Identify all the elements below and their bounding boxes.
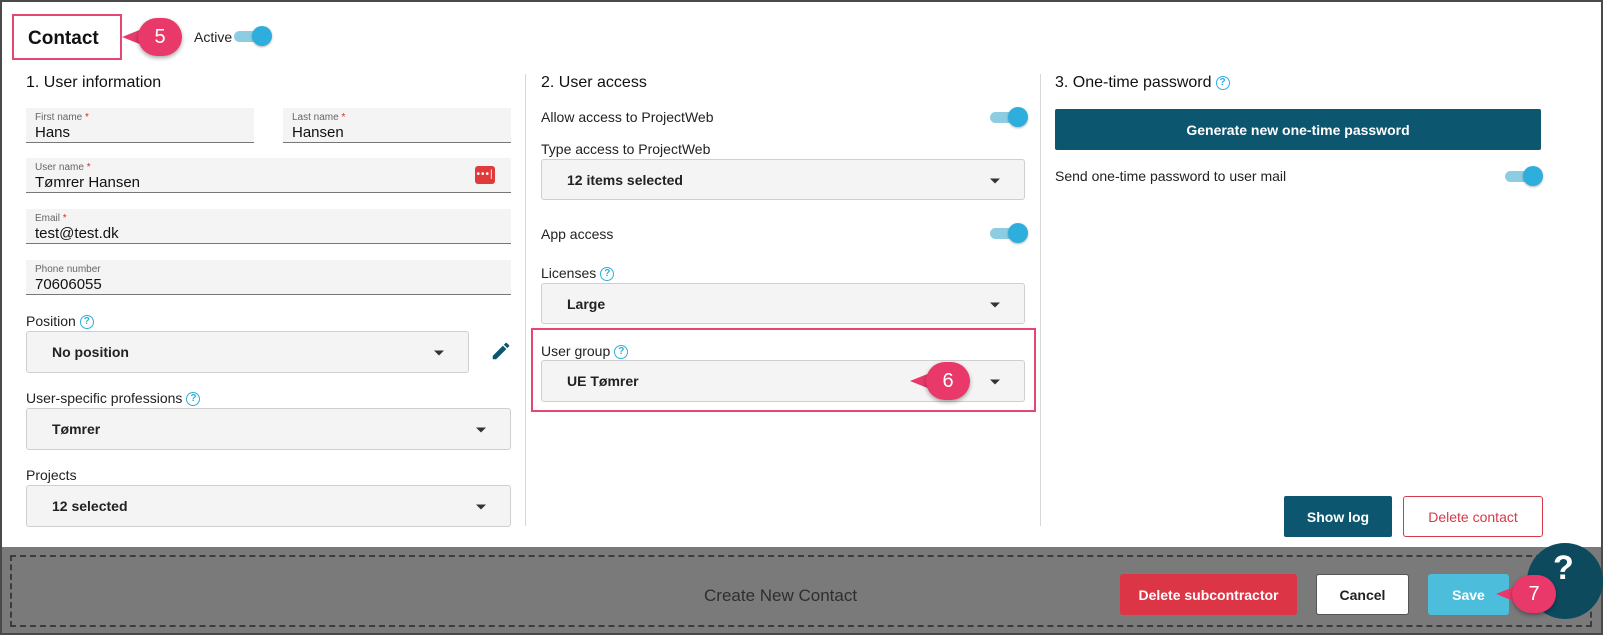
chevron-down-icon [476, 504, 486, 510]
email-field[interactable]: Email * test@test.dk [26, 209, 511, 244]
show-log-button[interactable]: Show log [1284, 496, 1392, 537]
cancel-button[interactable]: Cancel [1316, 574, 1409, 615]
page-title: Contact [28, 28, 99, 49]
edit-pencil-icon[interactable] [490, 340, 512, 362]
allow-projectweb-label: Allow access to ProjectWeb [541, 109, 714, 125]
chevron-down-icon [476, 427, 486, 433]
user-access-heading: 2. User access [541, 74, 647, 91]
position-label: Position? [26, 313, 94, 330]
help-icon[interactable]: ? [600, 267, 615, 282]
projects-label: Projects [26, 467, 77, 483]
professions-label: User-specific professions? [26, 390, 201, 407]
type-access-select[interactable]: 12 items selected [541, 159, 1025, 200]
help-icon[interactable]: ? [79, 315, 94, 330]
email-value: test@test.dk [35, 225, 119, 242]
type-access-label: Type access to ProjectWeb [541, 141, 711, 157]
licenses-label: Licenses? [541, 265, 615, 282]
chevron-down-icon [990, 302, 1000, 307]
chevron-down-icon [990, 379, 1000, 385]
callout-5: 5 [122, 18, 182, 56]
user-information-heading: 1. User information [26, 74, 162, 91]
active-label: Active [194, 29, 233, 45]
chevron-down-icon [434, 350, 444, 356]
allow-projectweb-toggle[interactable] [990, 106, 1028, 128]
first-name-value: Hans [35, 124, 71, 141]
app-access-toggle[interactable] [990, 222, 1028, 244]
chevron-down-icon [990, 178, 1000, 183]
callout-6: 6 [910, 362, 970, 400]
user-name-field[interactable]: User name * Tømrer Hansen •••| [26, 158, 511, 193]
last-name-value: Hansen [292, 124, 344, 141]
app-access-label: App access [541, 226, 614, 242]
user-name-value: Tømrer Hansen [35, 174, 141, 191]
contact-title-highlight: Contact [12, 14, 122, 60]
active-toggle[interactable] [234, 25, 272, 47]
delete-subcontractor-button[interactable]: Delete subcontractor [1120, 574, 1297, 615]
column-divider [525, 74, 526, 526]
licenses-select[interactable]: Large [541, 283, 1025, 324]
help-icon[interactable]: ? [1215, 75, 1230, 90]
position-select[interactable]: No position [26, 331, 469, 373]
generate-password-button[interactable]: Generate new one-time password [1055, 109, 1541, 150]
phone-number-value: 70606055 [35, 276, 102, 293]
professions-select[interactable]: Tømrer [26, 408, 511, 450]
user-group-label: User group? [541, 343, 629, 360]
last-name-field[interactable]: Last name * Hansen [283, 108, 511, 143]
password-dots-icon[interactable]: •••| [475, 166, 495, 184]
send-password-mail-toggle[interactable] [1505, 165, 1543, 187]
projects-select[interactable]: 12 selected [26, 485, 511, 527]
callout-7: 7 [1496, 575, 1556, 613]
send-password-mail-label: Send one-time password to user mail [1055, 168, 1287, 184]
help-icon[interactable]: ? [614, 345, 629, 360]
create-new-contact-title: Create New Contact [704, 586, 858, 605]
delete-contact-button[interactable]: Delete contact [1403, 496, 1543, 537]
one-time-password-heading: 3. One-time password? [1055, 74, 1230, 92]
column-divider [1040, 74, 1041, 526]
help-icon[interactable]: ? [186, 392, 201, 407]
first-name-field[interactable]: First name * Hans [26, 108, 254, 143]
phone-number-field[interactable]: Phone number 70606055 [26, 260, 511, 295]
